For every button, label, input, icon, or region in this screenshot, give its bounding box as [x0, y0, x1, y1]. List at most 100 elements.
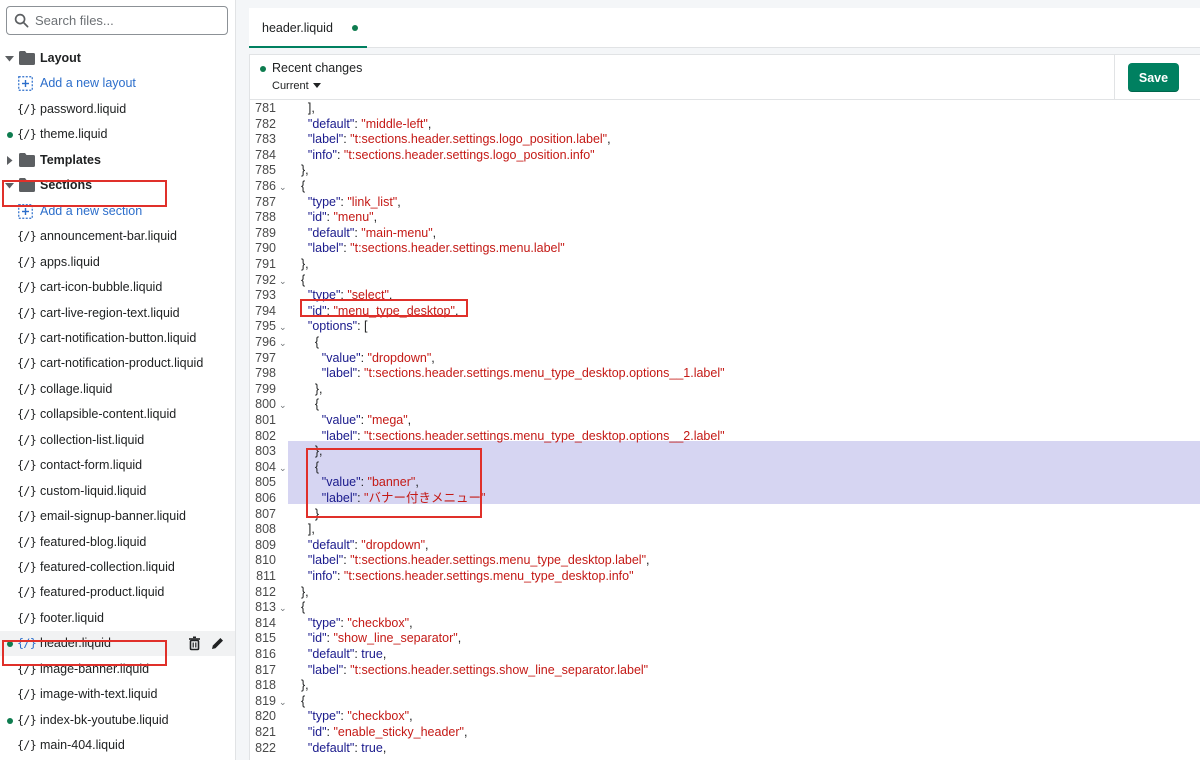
- code-line[interactable]: 794 "id": "menu_type_desktop",: [250, 303, 1200, 319]
- file-custom-liquid-liquid[interactable]: {/} custom-liquid.liquid: [0, 479, 235, 504]
- search-input[interactable]: [35, 11, 220, 30]
- caret-down-icon[interactable]: [313, 83, 321, 89]
- code-punct: ,: [427, 117, 432, 131]
- folder-sections[interactable]: Sections: [0, 173, 235, 198]
- file-index-bk-youtube-liquid[interactable]: {/} index-bk-youtube.liquid: [0, 708, 235, 733]
- file-cart-live-region-text-liquid[interactable]: {/} cart-live-region-text.liquid: [0, 301, 235, 326]
- code-line[interactable]: 802 "label": "t:sections.header.settings…: [250, 428, 1200, 444]
- file-contact-form-liquid[interactable]: {/} contact-form.liquid: [0, 453, 235, 478]
- code-line[interactable]: 810 "label": "t:sections.header.settings…: [250, 552, 1200, 568]
- liquid-file-icon: {/}: [17, 127, 37, 141]
- code-line[interactable]: 808 ],: [250, 521, 1200, 537]
- search-box[interactable]: [6, 6, 228, 35]
- file-password-liquid[interactable]: {/} password.liquid: [0, 97, 235, 122]
- fold-chevron-icon[interactable]: ⌄: [279, 335, 287, 351]
- add-add-a-new-layout[interactable]: Add a new layout: [0, 71, 235, 96]
- file-email-signup-banner-liquid[interactable]: {/} email-signup-banner.liquid: [0, 504, 235, 529]
- code-key: "value": [321, 413, 361, 427]
- file-cart-icon-bubble-liquid[interactable]: {/} cart-icon-bubble.liquid: [0, 275, 235, 300]
- code-line[interactable]: 797 "value": "dropdown",: [250, 350, 1200, 366]
- code-key: "default": [307, 538, 355, 552]
- code-string: "middle-left": [361, 117, 428, 131]
- code-line[interactable]: 804 ⌄ {: [250, 459, 1200, 475]
- code-line[interactable]: 790 "label": "t:sections.header.settings…: [250, 240, 1200, 256]
- add-link-label[interactable]: Add a new section: [40, 204, 142, 218]
- code-line[interactable]: 814 "type": "checkbox",: [250, 615, 1200, 631]
- file-featured-collection-liquid[interactable]: {/} featured-collection.liquid: [0, 555, 235, 580]
- file-footer-liquid[interactable]: {/} footer.liquid: [0, 606, 235, 631]
- file-apps-liquid[interactable]: {/} apps.liquid: [0, 250, 235, 275]
- code-line[interactable]: 815 "id": "show_line_separator",: [250, 630, 1200, 646]
- add-file-icon: [18, 76, 33, 91]
- save-button[interactable]: Save: [1128, 63, 1179, 92]
- code-line[interactable]: 820 "type": "checkbox",: [250, 708, 1200, 724]
- caret-right-icon[interactable]: [5, 156, 14, 165]
- code-text: "default": "middle-left",: [294, 116, 431, 132]
- file-image-with-text-liquid[interactable]: {/} image-with-text.liquid: [0, 682, 235, 707]
- code-line[interactable]: 817 "label": "t:sections.header.settings…: [250, 662, 1200, 678]
- file-featured-blog-liquid[interactable]: {/} featured-blog.liquid: [0, 530, 235, 555]
- code-line[interactable]: 801 "value": "mega",: [250, 412, 1200, 428]
- tab-header-liquid[interactable]: header.liquid: [249, 8, 367, 48]
- file-collection-list-liquid[interactable]: {/} collection-list.liquid: [0, 428, 235, 453]
- code-line[interactable]: 813 ⌄ {: [250, 599, 1200, 615]
- file-main-404-liquid[interactable]: {/} main-404.liquid: [0, 733, 235, 758]
- file-header-liquid[interactable]: {/} header.liquid: [0, 631, 235, 656]
- code-line[interactable]: 807 }: [250, 506, 1200, 522]
- version-select[interactable]: Current: [272, 80, 309, 92]
- code-editor[interactable]: 781 ], 782 "default": "middle-left", 783 "…: [249, 100, 1200, 760]
- file-collapsible-content-liquid[interactable]: {/} collapsible-content.liquid: [0, 402, 235, 427]
- fold-chevron-icon[interactable]: ⌄: [279, 319, 287, 335]
- file-cart-notification-product-liquid[interactable]: {/} cart-notification-product.liquid: [0, 351, 235, 376]
- code-line[interactable]: 811 "info": "t:sections.header.settings.…: [250, 568, 1200, 584]
- code-line[interactable]: 818 },: [250, 677, 1200, 693]
- caret-down-icon[interactable]: [5, 54, 14, 63]
- code-line[interactable]: 789 "default": "main-menu",: [250, 225, 1200, 241]
- code-line[interactable]: 806 "label": "バナー付きメニュー": [250, 490, 1200, 506]
- code-line[interactable]: 796 ⌄ {: [250, 334, 1200, 350]
- code-line[interactable]: 803 },: [250, 443, 1200, 459]
- code-line[interactable]: 792 ⌄ {: [250, 272, 1200, 288]
- folder-layout[interactable]: Layout: [0, 46, 235, 71]
- code-line[interactable]: 798 "label": "t:sections.header.settings…: [250, 365, 1200, 381]
- code-punct: ,: [607, 132, 611, 146]
- editor-header: Recent changes Current Save: [249, 54, 1200, 101]
- code-line[interactable]: 785 },: [250, 162, 1200, 178]
- fold-chevron-icon[interactable]: ⌄: [279, 600, 287, 616]
- code-line[interactable]: 782 "default": "middle-left",: [250, 116, 1200, 132]
- fold-chevron-icon[interactable]: ⌄: [279, 397, 287, 413]
- file-cart-notification-button-liquid[interactable]: {/} cart-notification-button.liquid: [0, 326, 235, 351]
- code-line[interactable]: 809 "default": "dropdown",: [250, 537, 1200, 553]
- code-line[interactable]: 822 "default": true,: [250, 740, 1200, 756]
- code-line[interactable]: 805 "value": "banner",: [250, 474, 1200, 490]
- code-line[interactable]: 781 ],: [250, 100, 1200, 116]
- code-line[interactable]: 819 ⌄ {: [250, 693, 1200, 709]
- code-line[interactable]: 791 },: [250, 256, 1200, 272]
- code-line[interactable]: 783 "label": "t:sections.header.settings…: [250, 131, 1200, 147]
- code-line[interactable]: 786 ⌄ {: [250, 178, 1200, 194]
- code-line[interactable]: 788 "id": "menu",: [250, 209, 1200, 225]
- code-line[interactable]: 812 },: [250, 584, 1200, 600]
- file-sidebar: Layout Add a new layout {/}password.liquid…: [0, 0, 236, 760]
- line-number: 794: [255, 304, 276, 318]
- code-line[interactable]: 784 "info": "t:sections.header.settings.…: [250, 147, 1200, 163]
- code-line[interactable]: 795 ⌄ "options": [: [250, 318, 1200, 334]
- trash-icon[interactable]: [187, 636, 202, 651]
- code-line[interactable]: 799 },: [250, 381, 1200, 397]
- folder-templates[interactable]: Templates: [0, 148, 235, 173]
- code-line[interactable]: 816 "default": true,: [250, 646, 1200, 662]
- code-line[interactable]: 800 ⌄ {: [250, 396, 1200, 412]
- file-image-banner-liquid[interactable]: {/} image-banner.liquid: [0, 657, 235, 682]
- file-collage-liquid[interactable]: {/} collage.liquid: [0, 377, 235, 402]
- code-line[interactable]: 787 "type": "link_list",: [250, 194, 1200, 210]
- add-link-label[interactable]: Add a new layout: [40, 76, 136, 90]
- caret-down-icon[interactable]: [5, 181, 14, 190]
- code-line[interactable]: 793 "type": "select",: [250, 287, 1200, 303]
- file-announcement-bar-liquid[interactable]: {/} announcement-bar.liquid: [0, 224, 235, 249]
- code-line[interactable]: 821 "id": "enable_sticky_header",: [250, 724, 1200, 740]
- pencil-icon[interactable]: [210, 636, 225, 651]
- file-featured-product-liquid[interactable]: {/} featured-product.liquid: [0, 580, 235, 605]
- fold-chevron-icon[interactable]: ⌄: [279, 179, 287, 195]
- file-theme-liquid[interactable]: {/} theme.liquid: [0, 122, 235, 147]
- add-add-a-new-section[interactable]: Add a new section: [0, 199, 235, 224]
